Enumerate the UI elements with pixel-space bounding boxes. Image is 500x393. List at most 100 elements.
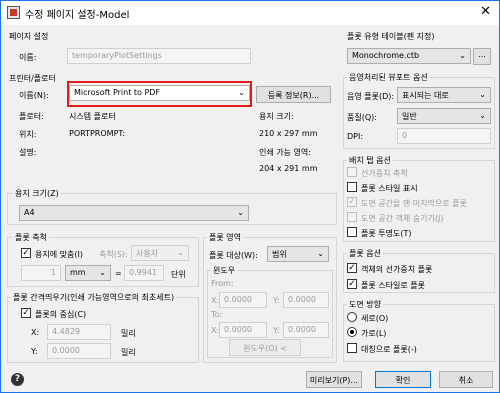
chevron-down-icon: ⌄ bbox=[479, 111, 486, 120]
center-plot-checkbox[interactable]: ✓ bbox=[21, 308, 31, 318]
offset-x-unit: 밀리 bbox=[121, 329, 136, 338]
plot-option-checkbox-1[interactable]: ✓ bbox=[347, 279, 357, 289]
plot-options-title: 플롯 옵션 bbox=[347, 248, 383, 259]
layout-option-checkbox-0[interactable] bbox=[347, 167, 357, 177]
layout-option-label-1: 플롯 스타일 표시 bbox=[361, 184, 418, 193]
chevron-down-icon: ⌄ bbox=[479, 90, 486, 99]
paper-size-dropdown[interactable]: A4 ⌄ bbox=[19, 205, 249, 221]
paper-size-info-value: 210 x 297 mm bbox=[259, 129, 318, 138]
from-x-label: X: bbox=[211, 296, 220, 305]
plot-offset-title: 플롯 간격띄우기(인쇄 가능영역으로의 최초세트) bbox=[11, 292, 177, 303]
printer-section-title: 프린터/플로터 bbox=[9, 74, 56, 83]
page-setup-name-field: temporaryPlotSettings bbox=[67, 48, 251, 64]
landscape-label: 가로(L) bbox=[361, 329, 387, 338]
upside-down-checkbox[interactable] bbox=[347, 343, 357, 353]
close-icon[interactable]: ✕ bbox=[480, 4, 491, 19]
orientation-title: 도면 방향 bbox=[347, 299, 383, 310]
plot-what-value: 범위 bbox=[272, 250, 287, 259]
scale-value: 사용자 bbox=[136, 249, 159, 258]
plotter-label: 플로터: bbox=[19, 112, 44, 121]
plot-what-label: 플롯 대상(W): bbox=[209, 251, 258, 260]
plot-option-checkbox-0[interactable]: ✓ bbox=[347, 263, 357, 273]
dpi-input[interactable]: 0 bbox=[397, 128, 491, 144]
quality-value: 일반 bbox=[402, 112, 417, 121]
layout-option-label-0: 선가중치 축척 bbox=[361, 169, 408, 178]
printer-name-label: 이름(N): bbox=[19, 91, 49, 100]
window-title: 수정 페이지 설정-Model bbox=[25, 10, 130, 21]
shade-plot-dropdown[interactable]: 표시되는 대로 ⌄ bbox=[397, 87, 491, 103]
plot-style-edit-button[interactable]: ... bbox=[473, 48, 491, 65]
from-x-input[interactable]: 0.0000 bbox=[219, 292, 267, 308]
offset-x-input[interactable]: 4.4829 bbox=[47, 324, 111, 340]
to-x-input[interactable]: 0.0000 bbox=[219, 322, 267, 338]
offset-y-input[interactable]: 0.0000 bbox=[47, 343, 111, 359]
where-value: PORTPROMPT: bbox=[69, 129, 126, 138]
plotter-value: 시스템 플로터 bbox=[69, 112, 116, 121]
dpi-label: DPI: bbox=[347, 132, 364, 141]
to-y-input[interactable]: 0.0000 bbox=[283, 322, 329, 338]
offset-x-label: X: bbox=[31, 328, 40, 337]
printer-properties-button[interactable]: 등록 정보(R)... bbox=[256, 86, 331, 103]
fit-to-paper-label: 용지에 맞춤(I) bbox=[35, 250, 83, 259]
scale-label: 축척(S): bbox=[99, 250, 128, 259]
plot-style-table-value: Monochrome.ctb bbox=[352, 51, 420, 60]
layout-options-title: 배치 탭 옵션 bbox=[347, 155, 393, 166]
equals-sign: = bbox=[115, 269, 122, 278]
chevron-down-icon: ⌄ bbox=[237, 208, 244, 217]
to-label: To: bbox=[211, 310, 223, 319]
printable-area-value: 204 x 291 mm bbox=[259, 164, 318, 173]
chevron-down-icon: ⌄ bbox=[459, 51, 466, 60]
printable-area-label: 인쇄 가능 영역: bbox=[259, 148, 311, 157]
layout-option-checkbox-1[interactable] bbox=[347, 182, 357, 192]
chevron-down-icon: ⌄ bbox=[177, 248, 184, 257]
portrait-label: 세로(O) bbox=[361, 314, 389, 323]
offset-y-label: Y: bbox=[31, 347, 38, 356]
paper-size-value: A4 bbox=[24, 208, 35, 217]
paper-size-info-label: 용지 크기: bbox=[259, 112, 294, 121]
printer-highlight-box bbox=[67, 81, 252, 107]
offset-y-unit: 밀리 bbox=[121, 348, 136, 357]
ok-button[interactable]: 확인 bbox=[375, 371, 431, 388]
page-setup-dialog: 수정 페이지 설정-Model ✕ 페이지 설정 이름: temporaryPl… bbox=[0, 0, 500, 393]
upside-down-label: 대칭으로 플롯(-) bbox=[361, 345, 417, 354]
scale-unit-value: mm bbox=[70, 268, 86, 277]
layout-option-label-4: 플롯 투명도(T) bbox=[361, 229, 412, 238]
fit-to-paper-checkbox[interactable]: ✓ bbox=[21, 248, 31, 258]
quality-dropdown[interactable]: 일반 ⌄ bbox=[397, 108, 491, 124]
plot-area-title: 플롯 영역 bbox=[207, 232, 243, 243]
portrait-radio[interactable] bbox=[347, 312, 357, 322]
layout-option-label-2: 도면 공간을 맨 마지막으로 플롯 bbox=[361, 199, 467, 208]
title-bar: 수정 페이지 설정-Model ✕ bbox=[1, 1, 499, 25]
paper-size-title: 용지 크기(Z) bbox=[13, 188, 61, 199]
scale-dropdown[interactable]: 사용자 ⌄ bbox=[131, 245, 189, 261]
plot-option-label-1: 플롯 스타일로 플롯 bbox=[361, 281, 425, 290]
quality-label: 품질(Q): bbox=[347, 113, 377, 122]
plot-style-table-title: 플롯 유형 테이블(펜 지정) bbox=[347, 32, 435, 41]
to-y-label: Y: bbox=[273, 326, 280, 335]
center-plot-label: 플롯의 중심(C) bbox=[35, 310, 87, 319]
window-pick-button[interactable]: 윈도우(O) < bbox=[229, 339, 301, 356]
units-label: 단위 bbox=[171, 270, 186, 279]
chevron-down-icon: ⌄ bbox=[99, 268, 106, 277]
scale-unit-dropdown[interactable]: mm ⌄ bbox=[65, 265, 111, 281]
to-x-label: X: bbox=[211, 326, 220, 335]
scale-qty2-input[interactable]: 0.9941 bbox=[124, 265, 164, 281]
plot-style-table-dropdown[interactable]: Monochrome.ctb ⌄ bbox=[347, 48, 471, 64]
from-y-label: Y: bbox=[273, 296, 280, 305]
chevron-down-icon: ⌄ bbox=[317, 249, 324, 258]
from-y-input[interactable]: 0.0000 bbox=[283, 292, 329, 308]
where-label: 위치: bbox=[19, 130, 37, 139]
plot-option-label-0: 객체의 선가중치 플롯 bbox=[361, 265, 433, 274]
scale-qty1-input[interactable]: 1 bbox=[21, 265, 61, 281]
plot-what-dropdown[interactable]: 범위 ⌄ bbox=[267, 246, 329, 262]
landscape-radio[interactable] bbox=[347, 327, 357, 337]
layout-option-label-3: 도면 공간 객체 숨기기(J) bbox=[361, 214, 444, 223]
preview-button[interactable]: 미리보기(P)... bbox=[306, 371, 362, 388]
app-icon bbox=[7, 6, 20, 19]
layout-option-checkbox-3[interactable] bbox=[347, 212, 357, 222]
from-label: From: bbox=[211, 279, 234, 288]
help-icon[interactable]: ? bbox=[11, 373, 24, 386]
layout-option-checkbox-4[interactable] bbox=[347, 227, 357, 237]
layout-option-checkbox-2[interactable]: ✓ bbox=[347, 197, 357, 207]
cancel-button[interactable]: 취소 bbox=[439, 371, 493, 388]
